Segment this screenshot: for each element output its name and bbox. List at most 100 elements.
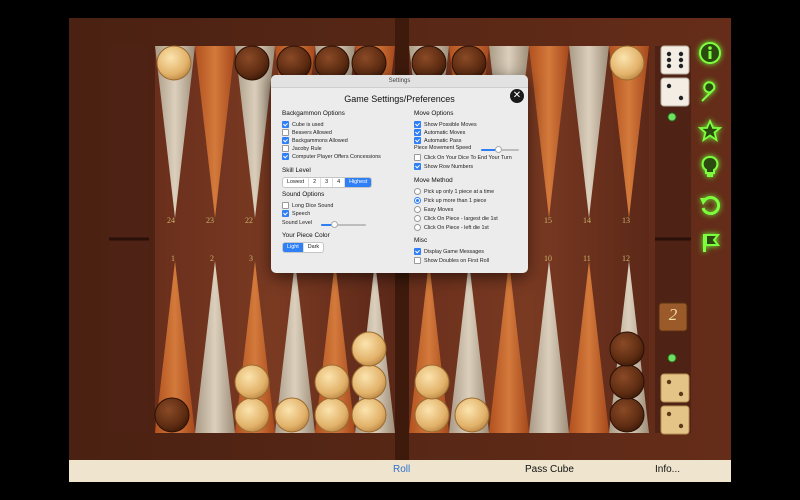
dark-checker[interactable] [609, 364, 645, 400]
checkbox-speech[interactable]: Speech [282, 210, 310, 217]
skill-level-heading: Skill Level [282, 167, 311, 174]
piece-color-dark[interactable]: Dark [304, 243, 323, 252]
skill-level-2[interactable]: 2 [309, 178, 322, 187]
slider-knob[interactable] [494, 146, 502, 153]
undo-icon[interactable] [695, 190, 725, 220]
radio-circle [414, 206, 421, 213]
pass-cube-button[interactable]: Pass Cube [525, 464, 574, 475]
light-checker[interactable] [414, 364, 450, 400]
bottom-toolbar: Roll Pass Cube Info... [69, 460, 731, 482]
checkbox-jacoby[interactable]: Jacoby Rule [282, 145, 322, 152]
dark-checker[interactable] [609, 331, 645, 367]
info-button[interactable]: Info... [655, 464, 680, 475]
light-checker[interactable] [234, 397, 270, 433]
skill-level-3[interactable]: 3 [321, 178, 334, 187]
skill-level-lowest[interactable]: Lowest [283, 178, 310, 187]
flag-icon[interactable] [695, 228, 725, 258]
skill-level-highest[interactable]: Highest [345, 178, 372, 187]
point-number-10: 10 [544, 254, 552, 263]
checkbox-concessions[interactable]: Computer Player Offers Concessions [282, 153, 381, 160]
piece-speed-label: Piece Movement Speed [414, 145, 471, 151]
checkbox-box [282, 137, 289, 144]
light-checker[interactable] [454, 397, 490, 433]
settings-dialog: Settings Game Settings/Preferences ✕ Bac… [271, 75, 528, 273]
radio-more-than-one[interactable]: Pick up more than 1 piece [414, 197, 486, 204]
star-icon[interactable] [695, 116, 725, 146]
piece-color-selector[interactable]: Light Dark [282, 242, 325, 253]
point-number-3: 3 [249, 254, 253, 263]
sound-options-heading: Sound Options [282, 191, 325, 198]
light-checker[interactable] [351, 364, 387, 400]
wrench-icon[interactable] [695, 78, 725, 108]
radio-circle [414, 197, 421, 204]
checkbox-label: Automatic Moves [424, 129, 466, 136]
light-checker[interactable] [156, 45, 192, 81]
light-checker[interactable] [274, 397, 310, 433]
piece-color-light[interactable]: Light [283, 243, 304, 252]
checkbox-label: Cube is used [292, 121, 324, 128]
checkbox-box [282, 202, 289, 209]
checkbox-show-possible-moves[interactable]: Show Possible Moves [414, 121, 477, 128]
checkbox-display-messages[interactable]: Display Game Messages [414, 248, 484, 255]
radio-largest-die-first[interactable]: Click On Piece - largest die 1st [414, 215, 498, 222]
light-checker[interactable] [414, 397, 450, 433]
dark-checker[interactable] [609, 397, 645, 433]
checkbox-cube-used[interactable]: Cube is used [282, 121, 323, 128]
radio-circle [414, 215, 421, 222]
slider-knob[interactable] [331, 221, 338, 228]
light-checker[interactable] [351, 397, 387, 433]
close-button[interactable]: ✕ [510, 89, 524, 103]
radio-label: Click On Piece - largest die 1st [424, 215, 498, 222]
dark-checker[interactable] [154, 397, 190, 433]
radio-one-piece[interactable]: Pick up only 1 piece at a time [414, 188, 494, 195]
checkbox-label: Long Dice Sound [292, 202, 334, 209]
checkbox-show-doubles[interactable]: Show Doubles on First Roll [414, 257, 489, 264]
radio-label: Click On Piece - left die 1st [424, 224, 489, 231]
checkbox-box [282, 145, 289, 152]
point-number-22: 22 [245, 216, 253, 225]
lightbulb-icon[interactable] [695, 152, 725, 182]
point-number-12: 12 [622, 254, 630, 263]
checkbox-box [282, 121, 289, 128]
checkbox-label: Show Row Numbers [424, 163, 474, 170]
move-method-heading: Move Method [414, 177, 453, 184]
skill-level-4[interactable]: 4 [333, 178, 346, 187]
light-checker[interactable] [234, 364, 270, 400]
sound-level-slider[interactable] [321, 221, 366, 228]
light-checker[interactable] [609, 45, 645, 81]
light-checker[interactable] [314, 364, 350, 400]
checkbox-show-row-numbers[interactable]: Show Row Numbers [414, 163, 473, 170]
checkbox-box [414, 154, 421, 161]
radio-left-die-first[interactable]: Click On Piece - left die 1st [414, 224, 489, 231]
radio-circle [414, 188, 421, 195]
dice-top-pair[interactable] [661, 46, 689, 106]
info-icon[interactable] [695, 38, 725, 68]
dark-checker[interactable] [234, 45, 270, 81]
radio-easy-moves[interactable]: Easy Moves [414, 206, 453, 213]
skill-level-selector[interactable]: Lowest 2 3 4 Highest [282, 177, 373, 188]
checkbox-box [414, 137, 421, 144]
point-number-13: 13 [622, 216, 630, 225]
checkbox-automatic-moves[interactable]: Automatic Moves [414, 129, 465, 136]
radio-label: Pick up only 1 piece at a time [424, 188, 495, 195]
checkbox-box [414, 129, 421, 136]
checkbox-automatic-pass[interactable]: Automatic Pass [414, 137, 461, 144]
point-number-15: 15 [544, 216, 552, 225]
light-checker[interactable] [314, 397, 350, 433]
checkbox-click-dice-end-turn[interactable]: Click On Your Dice To End Your Turn [414, 154, 512, 161]
checkbox-backgammons[interactable]: Backgammons Allowed [282, 137, 348, 144]
dice-bottom-pair[interactable] [661, 374, 689, 434]
sound-level-label: Sound Level [282, 220, 312, 226]
sound-level-text: Sound Level [282, 220, 312, 226]
roll-button[interactable]: Roll [393, 464, 410, 475]
checkbox-label: Speech [292, 210, 311, 217]
checkbox-label: Click On Your Dice To End Your Turn [424, 154, 512, 161]
misc-heading: Misc [414, 237, 428, 244]
piece-color-heading: Your Piece Color [282, 232, 330, 239]
piece-speed-slider[interactable] [481, 146, 519, 153]
light-checker[interactable] [351, 331, 387, 367]
doubling-cube[interactable]: 2 [659, 305, 687, 325]
checkbox-beavers[interactable]: Beavers Allowed [282, 129, 332, 136]
checkbox-long-dice-sound[interactable]: Long Dice Sound [282, 202, 333, 209]
point-number-24: 24 [167, 216, 175, 225]
